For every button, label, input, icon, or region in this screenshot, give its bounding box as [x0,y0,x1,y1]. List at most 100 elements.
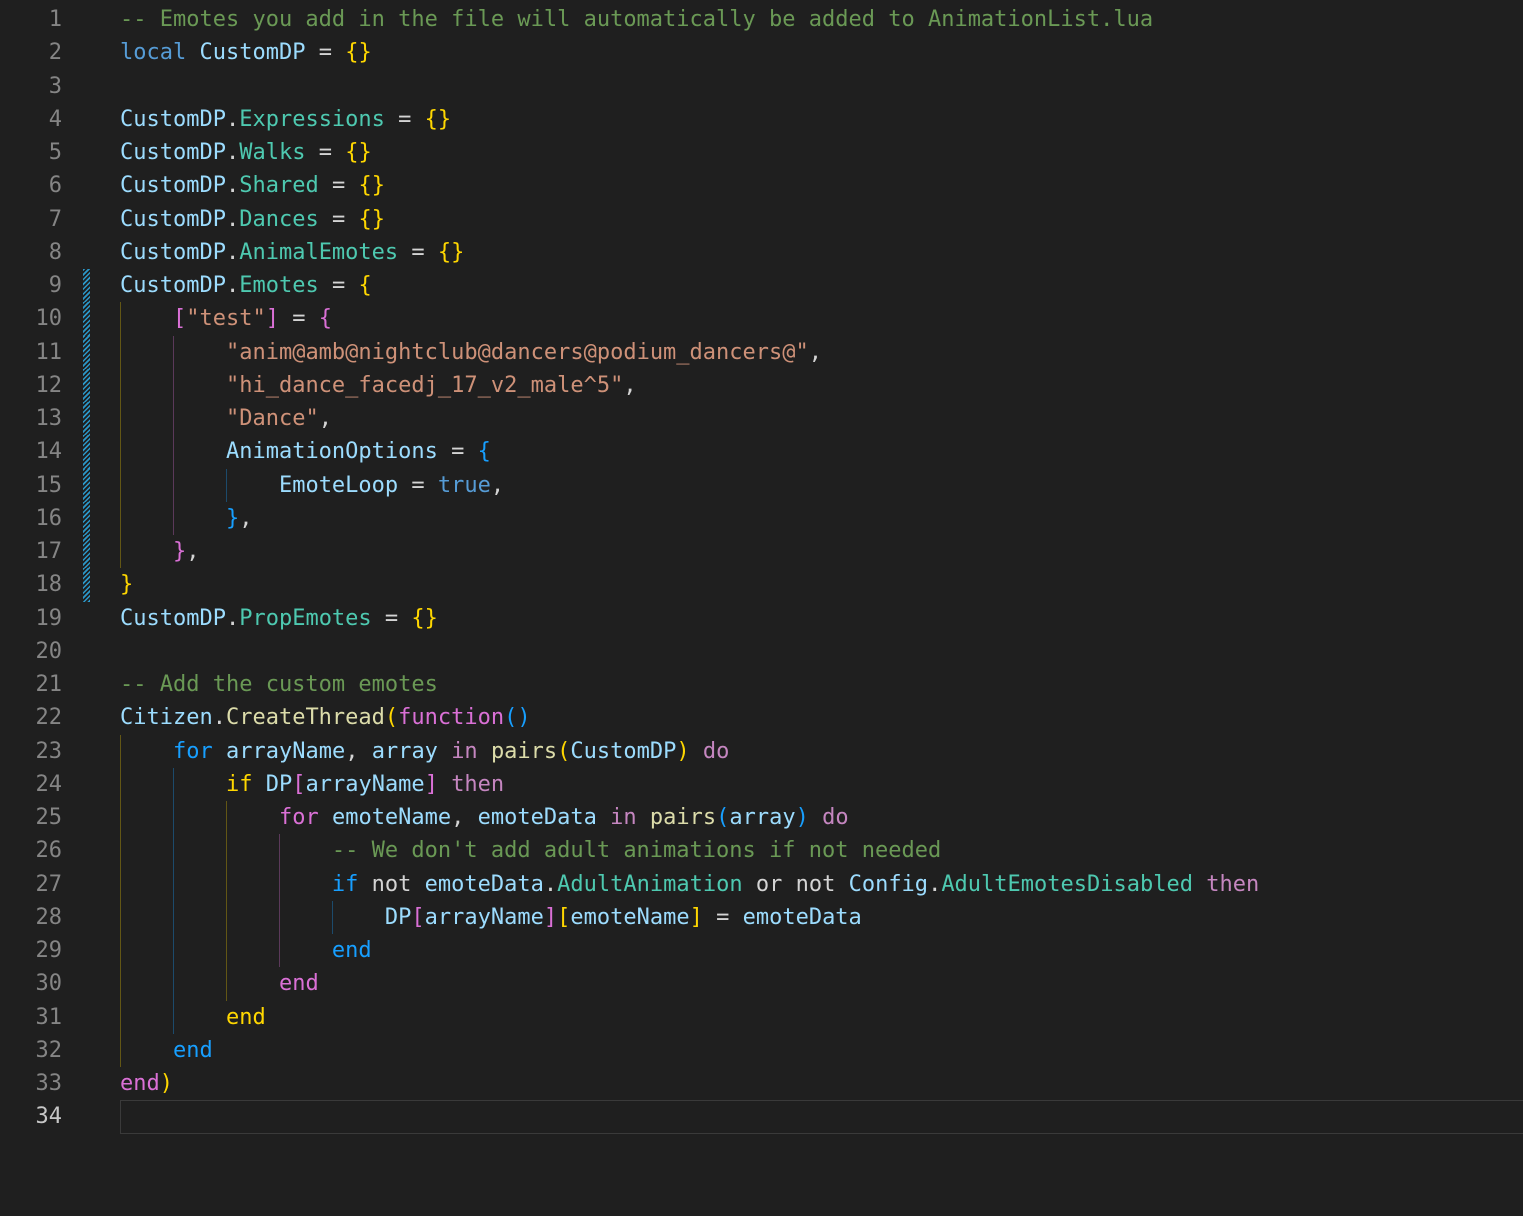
line-number[interactable]: 31 [0,1001,63,1034]
code-line[interactable]: 10 ["test"] = { [0,302,1523,336]
code-line-content: if not emoteData.AdultAnimation or not C… [120,867,1523,901]
code-line[interactable]: 23 for arrayName, array in pairs(CustomD… [0,734,1523,768]
code-line[interactable]: 18} [0,568,1523,602]
git-modified-indicator[interactable] [83,269,90,303]
git-modified-indicator[interactable] [83,435,90,469]
code-token: Expressions [239,106,385,132]
line-number[interactable]: 19 [0,602,63,635]
code-line[interactable]: 31 end [0,1000,1523,1034]
line-number[interactable]: 25 [0,801,63,834]
code-token: = [437,439,478,465]
code-line[interactable]: 13 "Dance", [0,402,1523,436]
line-number[interactable]: 24 [0,768,63,801]
line-number[interactable]: 12 [0,369,63,402]
code-line[interactable]: 15 EmoteLoop = true, [0,468,1523,502]
git-modified-indicator[interactable] [83,501,90,535]
code-line[interactable]: 1 -- Emotes you add in the file will auto… [0,3,1523,36]
line-number[interactable]: 14 [0,435,63,468]
line-number[interactable]: 1 [0,3,62,36]
line-number[interactable]: 15 [0,469,63,502]
code-line[interactable]: 12 "hi_dance_facedj_17_v2_male^5", [0,368,1523,402]
code-line[interactable]: 30 end [0,967,1523,1001]
line-number[interactable]: 28 [0,901,63,934]
code-token: if [225,771,253,797]
line-number[interactable]: 5 [0,136,62,169]
code-line[interactable]: 5 CustomDP.Walks = {} [0,136,1523,169]
git-modified-indicator[interactable] [83,535,90,569]
line-number[interactable]: 30 [0,967,63,1000]
line-number[interactable]: 3 [0,70,62,103]
line-number[interactable]: 8 [0,236,62,269]
code-line[interactable]: 21 -- Add the custom emotes [0,668,1523,701]
line-number[interactable]: 10 [0,302,63,335]
line-number[interactable]: 11 [0,336,63,369]
code-line-content [120,70,1523,103]
line-number[interactable]: 21 [0,668,63,701]
code-line[interactable]: 16 }, [0,501,1523,535]
git-modified-indicator[interactable] [83,568,90,602]
code-line[interactable]: 19 CustomDP.PropEmotes = {} [0,602,1523,635]
line-number[interactable]: 33 [0,1067,63,1100]
code-line[interactable]: 26 -- We don't add adult animations if n… [0,834,1523,868]
git-modified-indicator[interactable] [83,302,90,336]
line-number[interactable]: 26 [0,834,63,867]
indent-guide [278,834,280,868]
code-token: for [278,805,319,830]
line-number[interactable]: 20 [0,635,63,668]
code-line[interactable]: 8 CustomDP.AnimalEmotes = {} [0,236,1523,269]
line-number[interactable]: 7 [0,203,62,236]
code-token: ( [557,738,571,764]
git-modified-indicator[interactable] [83,368,90,402]
line-number[interactable]: 17 [0,535,63,568]
line-number[interactable]: 2 [0,36,62,69]
code-line[interactable]: 32 end [0,1033,1523,1067]
code-line[interactable]: 29 end [0,934,1523,968]
code-token: = [371,605,412,631]
line-number[interactable]: 18 [0,568,63,601]
code-line[interactable]: 9 CustomDP.Emotes = { [0,269,1523,303]
code-line[interactable]: 33 end) [0,1067,1523,1100]
code-line[interactable]: 20 [0,635,1523,668]
line-number[interactable]: 27 [0,868,63,901]
code-line[interactable]: 17 }, [0,535,1523,569]
git-modified-indicator[interactable] [83,468,90,502]
git-modified-indicator[interactable] [83,402,90,436]
code-line[interactable]: 24 if DP[arrayName] then [0,767,1523,801]
line-number[interactable]: 34 [0,1100,63,1133]
code-editor[interactable]: 1 -- Emotes you add in the file will auto… [0,0,1523,1216]
code-line[interactable]: 34 [0,1100,1523,1134]
line-number[interactable]: 16 [0,502,63,535]
line-number[interactable]: 22 [0,701,63,734]
code-line[interactable]: 7 CustomDP.Dances = {} [0,203,1523,236]
code-line[interactable]: 4 CustomDP.Expressions = {} [0,103,1523,136]
code-line[interactable]: 27 if not emoteData.AdultAnimation or no… [0,867,1523,901]
code-line[interactable]: 3 [0,70,1523,103]
line-number[interactable]: 29 [0,934,63,967]
code-line-content [120,635,1523,668]
code-line[interactable]: 11 "anim@amb@nightclub@dancers@podium_da… [0,335,1523,369]
code-line[interactable]: 25 for emoteName, emoteData in pairs(arr… [0,801,1523,835]
code-line-content: end [120,967,1523,1001]
code-line[interactable]: 22 Citizen.CreateThread(function() [0,701,1523,734]
code-line[interactable]: 2 local CustomDP = {} [0,36,1523,69]
indent-guide [120,801,121,835]
code-line[interactable]: 14 AnimationOptions = { [0,435,1523,469]
line-number[interactable]: 9 [0,269,62,302]
line-number[interactable]: 4 [0,103,62,136]
code-token: EmoteLoop [278,472,399,498]
code-line[interactable]: 6 CustomDP.Shared = {} [0,169,1523,202]
line-number[interactable]: 23 [0,735,63,768]
line-number[interactable]: 13 [0,402,63,435]
code-token: ] [424,771,438,797]
git-modified-indicator[interactable] [83,335,90,369]
code-line-content: CustomDP.Dances = {} [120,203,1523,236]
code-token: do [822,805,849,830]
line-number[interactable]: 6 [0,169,62,202]
line-number[interactable]: 32 [0,1034,63,1067]
code-line[interactable]: 28 DP[arrayName][emoteName] = emoteData [0,900,1523,934]
